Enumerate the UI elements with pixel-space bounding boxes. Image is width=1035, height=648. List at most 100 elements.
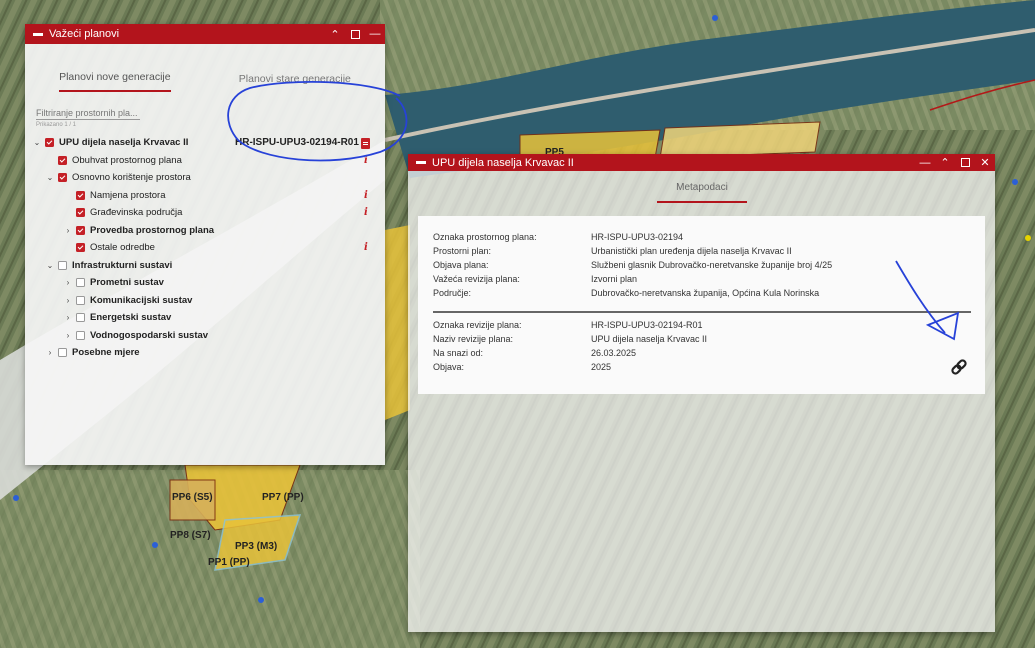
tree-item-group[interactable]: › Prometni sustav <box>25 274 385 292</box>
plan-details-title: UPU dijela naselja Krvavac II <box>432 156 574 169</box>
plan-details-titlebar[interactable]: UPU dijela naselja Krvavac II — ⌃ ✕ <box>408 154 995 171</box>
close-button[interactable]: ✕ <box>975 153 995 173</box>
chevron-down-icon[interactable]: ⌄ <box>32 138 42 147</box>
valid-plans-titlebar[interactable]: Važeći planovi ⌃ — <box>25 24 385 44</box>
plan-filter-input[interactable]: Filtriranje prostornih pla... <box>36 108 140 120</box>
tree-item-label: Prometni sustav <box>90 277 164 289</box>
checkbox[interactable] <box>76 225 85 235</box>
tree-item-layer[interactable]: Namjena prostora i <box>25 187 385 205</box>
checkbox[interactable] <box>76 313 85 323</box>
metadata-value: 2025 <box>591 362 612 372</box>
checkbox[interactable] <box>76 295 85 305</box>
tree-item-label: Provedba prostornog plana <box>90 224 215 236</box>
info-icon[interactable]: i <box>364 190 368 201</box>
metadata-key: Na snazi od: <box>433 348 484 358</box>
tree-item-label: Ostale odredbe <box>90 242 155 254</box>
collapse-button[interactable]: ⌃ <box>935 153 955 173</box>
metadata-value: Izvorni plan <box>591 274 638 284</box>
checkbox[interactable] <box>76 190 85 200</box>
tree-item-label: Posebne mjere <box>72 347 140 359</box>
menu-icon[interactable] <box>416 161 426 164</box>
checkbox[interactable] <box>58 173 67 183</box>
map-label: PP7 (PP) <box>262 492 304 503</box>
tree-item-group[interactable]: › Posebne mjere <box>25 344 385 362</box>
map-marker <box>152 542 158 548</box>
chevron-right-icon[interactable]: › <box>63 331 73 340</box>
maximize-icon <box>350 29 360 39</box>
metadata-value: 26.03.2025 <box>591 348 637 358</box>
metadata-value: Dubrovačko-neretvanska županija, Općina … <box>591 288 820 298</box>
tree-item-group[interactable]: › Vodnogospodarski sustav <box>25 327 385 345</box>
metadata-value: Službeni glasnik Dubrovačko-neretvanske … <box>591 260 833 270</box>
metadata-value: HR-ISPU-UPU3-02194-R01 <box>591 320 703 330</box>
checkbox[interactable] <box>76 278 85 288</box>
tree-item-layer[interactable]: Građevinska područja i <box>25 204 385 222</box>
chevron-down-icon[interactable]: ⌄ <box>45 173 55 182</box>
maximize-button[interactable] <box>345 24 365 44</box>
tree-item-group[interactable]: ⌄ Infrastrukturni sustavi <box>25 257 385 275</box>
checkbox[interactable] <box>45 138 54 148</box>
tree-item-group[interactable]: › Provedba prostornog plana <box>25 222 385 240</box>
chevron-right-icon[interactable]: › <box>63 278 73 287</box>
maximize-icon <box>960 158 970 167</box>
map-label: PP1 (PP) <box>208 557 250 568</box>
minimize-button[interactable]: — <box>365 24 385 44</box>
close-icon: ✕ <box>980 157 990 169</box>
tree-item-group[interactable]: › Komunikacijski sustav <box>25 292 385 310</box>
checkbox[interactable] <box>76 208 85 218</box>
tree-item-label: Vodnogospodarski sustav <box>90 329 209 341</box>
chevron-right-icon[interactable]: › <box>63 296 73 305</box>
minimize-icon: — <box>369 28 381 40</box>
valid-plans-title: Važeći planovi <box>49 28 120 40</box>
map-label: PP3 (M3) <box>235 541 277 552</box>
metadata-key: Područje: <box>433 288 472 298</box>
zone-area-3 <box>385 225 410 420</box>
chevron-right-icon[interactable]: › <box>63 226 73 235</box>
map-marker <box>712 15 718 21</box>
tab-metadata[interactable]: Metapodaci <box>657 182 747 203</box>
map-marker <box>13 495 19 501</box>
checkbox[interactable] <box>76 243 85 253</box>
map-label: PP6 (S5) <box>172 492 213 503</box>
tab-new-generation-plans[interactable]: Planovi nove generacije <box>59 71 171 92</box>
info-icon[interactable]: i <box>364 207 368 218</box>
collapse-button[interactable]: ⌃ <box>325 24 345 44</box>
tree-item-label: Namjena prostora <box>90 189 166 201</box>
checkbox[interactable] <box>58 155 67 165</box>
plan-name: UPU dijela naselja Krvavac II <box>59 137 189 149</box>
chevron-right-icon[interactable]: › <box>63 313 73 322</box>
minimize-icon: — <box>919 156 931 169</box>
metadata-value: Urbanistički plan uređenja dijela naselj… <box>591 246 792 256</box>
metadata-value: HR-ISPU-UPU3-02194 <box>591 232 684 242</box>
metadata-key: Objava: <box>433 362 465 372</box>
map-marker <box>1025 235 1031 241</box>
minimize-button[interactable]: — <box>915 153 935 173</box>
tree-item-label: Obuhvat prostornog plana <box>72 154 182 166</box>
metadata-key: Oznaka prostornog plana: <box>433 232 537 242</box>
checkbox[interactable] <box>58 260 67 270</box>
checkbox[interactable] <box>76 330 85 340</box>
chevron-right-icon[interactable]: › <box>45 348 55 357</box>
map-marker <box>258 597 264 603</box>
metadata-key: Oznaka revizije plana: <box>433 320 522 330</box>
metadata-key: Prostorni plan: <box>433 246 492 256</box>
chevron-up-icon: ⌃ <box>330 28 340 41</box>
tree-item-label: Energetski sustav <box>90 312 172 324</box>
zone-area-2 <box>659 121 821 159</box>
metadata-key: Objava plana: <box>433 260 489 270</box>
tree-item-layer[interactable]: Ostale odredbe i <box>25 239 385 257</box>
maximize-button[interactable] <box>955 153 975 173</box>
map-marker <box>1012 179 1018 185</box>
checkbox[interactable] <box>58 348 67 358</box>
tree-item-group[interactable]: › Energetski sustav <box>25 309 385 327</box>
metadata-key: Važeća revizija plana: <box>433 274 520 284</box>
tree-item-label: Infrastrukturni sustavi <box>72 259 173 271</box>
chevron-down-icon[interactable]: ⌄ <box>45 261 55 270</box>
link-icon[interactable] <box>950 359 968 375</box>
annotation-arrow <box>895 260 960 341</box>
map-label: PP8 (S7) <box>170 530 211 541</box>
plan-details-panel: UPU dijela naselja Krvavac II — ⌃ ✕ Meta… <box>408 154 995 632</box>
metadata-value: UPU dijela naselja Krvavac II <box>591 334 708 344</box>
info-icon[interactable]: i <box>364 242 368 253</box>
menu-icon[interactable] <box>33 32 43 36</box>
